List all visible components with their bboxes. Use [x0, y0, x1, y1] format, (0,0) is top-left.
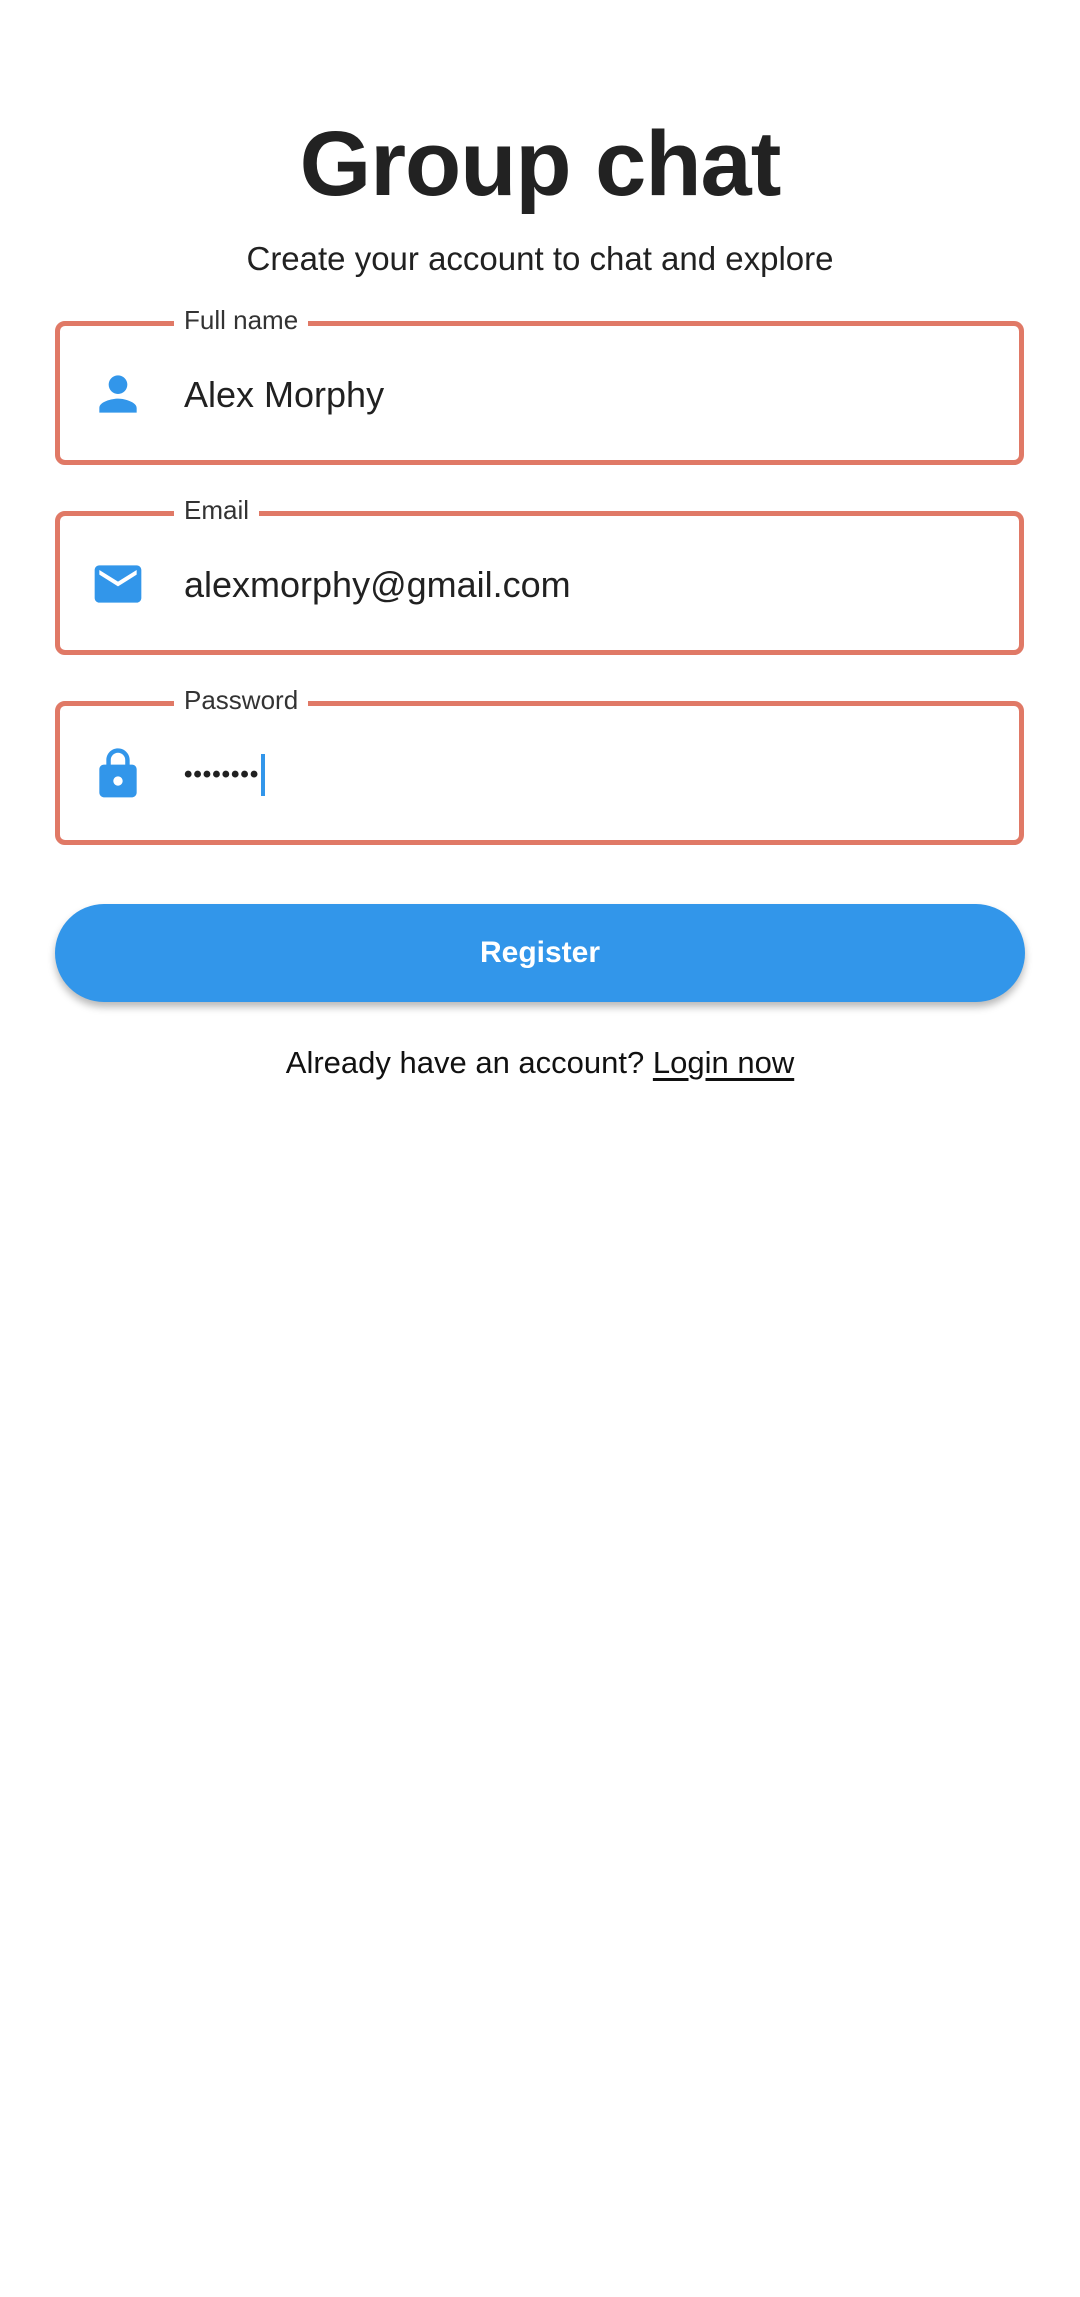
full-name-field[interactable]: Full name Alex Morphy — [55, 300, 1024, 465]
lock-icon — [90, 746, 146, 802]
full-name-input[interactable]: Alex Morphy — [184, 372, 384, 418]
login-now-link[interactable]: Login now — [653, 1045, 794, 1080]
password-input[interactable]: •••••••• — [184, 752, 266, 798]
login-prompt-text: Already have an account? — [285, 1045, 645, 1080]
register-button[interactable]: Register — [55, 904, 1025, 1002]
page-subtitle: Create your account to chat and explore — [246, 240, 834, 277]
email-field[interactable]: Email alexmorphy@gmail.com — [55, 490, 1024, 655]
password-label: Password — [174, 680, 309, 720]
text-cursor — [261, 754, 266, 796]
page-title: Group chat — [299, 113, 782, 215]
password-field[interactable]: Password •••••••• — [55, 680, 1024, 845]
email-label: Email — [174, 490, 260, 530]
login-prompt-row: Already have an account? Login now — [0, 1041, 1080, 1085]
mail-icon — [90, 556, 146, 612]
person-icon — [90, 366, 146, 422]
password-masked-value: •••••••• — [184, 761, 260, 788]
email-input[interactable]: alexmorphy@gmail.com — [184, 562, 571, 608]
full-name-label: Full name — [174, 300, 309, 340]
